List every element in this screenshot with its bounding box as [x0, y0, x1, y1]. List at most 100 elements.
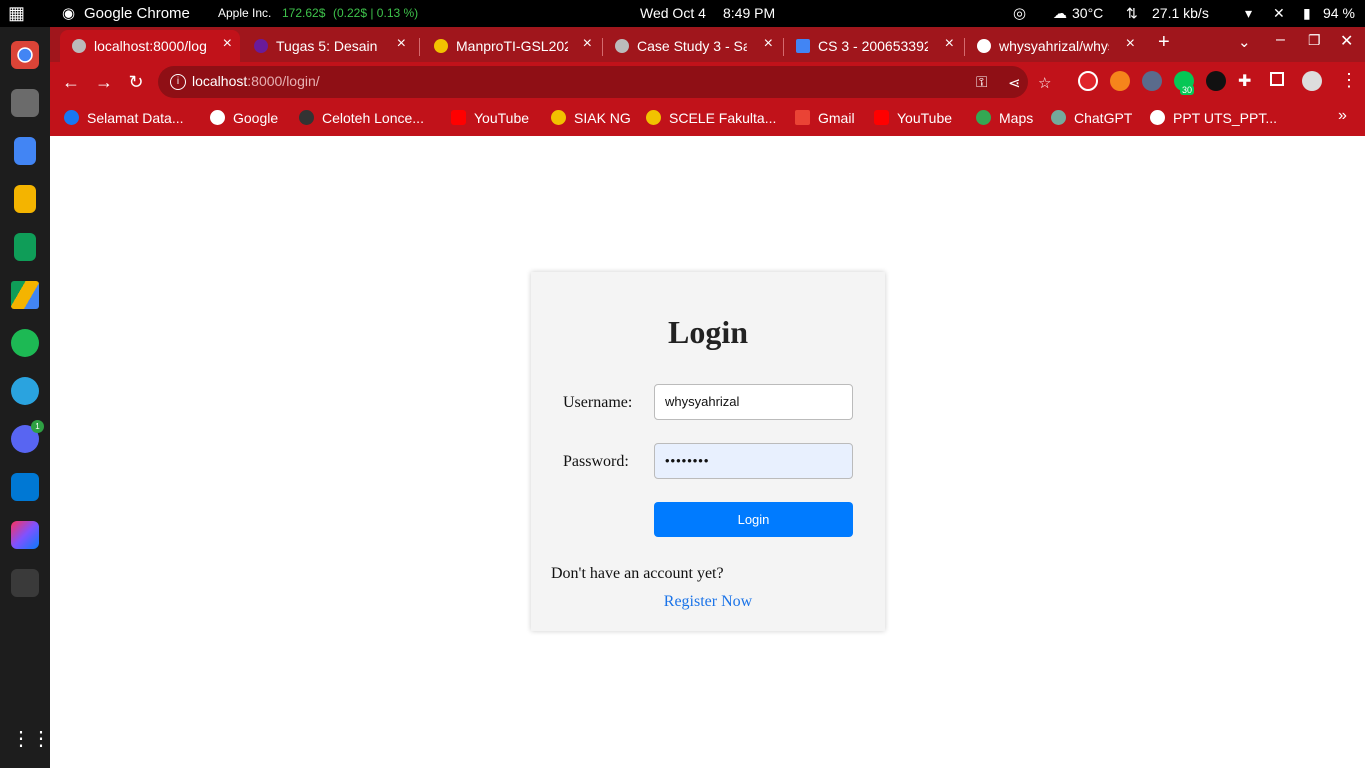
username-input[interactable]: whysyahrizal: [654, 384, 853, 420]
clock-time[interactable]: 8:49 PM: [723, 0, 775, 27]
bear-extension-icon[interactable]: [1206, 71, 1226, 91]
stock-change: (0.22$ | 0.13 %): [333, 6, 419, 20]
tab-case-study[interactable]: Case Study 3 - Sains ×: [603, 30, 781, 62]
tab-cs3-doc[interactable]: CS 3 - 2006533920 ×: [784, 30, 962, 62]
side-panel-icon[interactable]: [1270, 72, 1284, 86]
menu-kebab-icon[interactable]: ⋮: [1340, 70, 1358, 91]
volume-muted-icon[interactable]: ✕: [1273, 0, 1285, 27]
docs-icon: [796, 39, 810, 53]
close-tab-icon[interactable]: ×: [1126, 35, 1135, 53]
tab-manproti[interactable]: ManproTI-GSL2023 ×: [422, 30, 600, 62]
bookmark-item[interactable]: Maps: [976, 110, 1033, 130]
bookmark-item[interactable]: Gmail: [795, 110, 855, 130]
new-tab-icon[interactable]: +: [1158, 31, 1170, 54]
bookmark-item[interactable]: PPT UTS_PPT...: [1150, 110, 1277, 130]
weather-temp[interactable]: 30°C: [1072, 0, 1103, 27]
no-account-text: Don't have an account yet?: [551, 565, 724, 582]
extension-badge: 30: [1180, 85, 1195, 95]
activities-icon[interactable]: ▦: [8, 0, 25, 27]
discord-tray-icon[interactable]: ◎: [1013, 0, 1026, 27]
ui-logo-icon: [646, 110, 661, 125]
username-label: Username:: [563, 394, 633, 411]
network-speed[interactable]: 27.1 kb/s: [1152, 0, 1209, 27]
page-viewport: Login Username: whysyahrizal Password: •…: [50, 136, 1365, 768]
bookmark-item[interactable]: SCELE Fakulta...: [646, 110, 776, 130]
drive-icon[interactable]: [11, 281, 39, 309]
bookmark-item[interactable]: Selamat Data...: [64, 110, 184, 130]
system-top-bar: ▦ ◉ Google Chrome Apple Inc. 172.62$ (0.…: [0, 0, 1365, 27]
tab-divider: [419, 38, 420, 56]
register-link[interactable]: Register Now: [531, 593, 885, 611]
close-tab-icon[interactable]: ×: [945, 35, 954, 53]
app-grid-icon[interactable]: ⋮⋮⋮: [11, 725, 71, 753]
globe-icon: [615, 39, 629, 53]
globe-icon: [1150, 110, 1165, 125]
tab-github[interactable]: whysyahrizal/whysyahrizal ×: [965, 30, 1143, 62]
extensions-puzzle-icon[interactable]: ✚: [1238, 71, 1251, 91]
login-card: Login Username: whysyahrizal Password: •…: [531, 272, 885, 631]
password-label: Password:: [563, 453, 629, 470]
bookmarks-bar: Selamat Data... Google Celoteh Lonce... …: [50, 102, 1365, 136]
intellij-icon[interactable]: [11, 521, 39, 549]
vscode-icon[interactable]: [11, 473, 39, 501]
url-text[interactable]: localhost:8000/login/: [192, 73, 320, 89]
adblock-extension-icon[interactable]: [1078, 71, 1098, 91]
chrome-icon[interactable]: [11, 41, 39, 69]
clock-date[interactable]: Wed Oct 4: [640, 0, 706, 27]
wifi-icon[interactable]: ▾: [1245, 0, 1252, 27]
docs-icon[interactable]: [14, 137, 36, 165]
sheets-icon[interactable]: [14, 233, 36, 261]
ui-logo-icon: [434, 39, 448, 53]
tab-tugas5[interactable]: Tugas 5: Desain Web ×: [242, 30, 414, 62]
files-icon[interactable]: [11, 89, 39, 117]
github-icon: [977, 39, 991, 53]
cursor-extension-icon[interactable]: [1142, 71, 1162, 91]
metamask-extension-icon[interactable]: [1110, 71, 1130, 91]
close-tab-icon[interactable]: ×: [583, 35, 592, 53]
dock: 1 ⋮⋮⋮: [0, 27, 71, 768]
url-host: localhost: [192, 73, 248, 89]
slides-icon[interactable]: [14, 185, 36, 213]
tab-localhost[interactable]: localhost:8000/login/ ×: [60, 30, 240, 62]
active-app-name[interactable]: Google Chrome: [84, 0, 190, 27]
login-button[interactable]: Login: [654, 502, 853, 537]
close-tab-icon[interactable]: ×: [764, 35, 773, 53]
battery-icon[interactable]: ▮: [1303, 0, 1311, 27]
bookmark-item[interactable]: Celoteh Lonce...: [299, 110, 424, 130]
bookmark-item[interactable]: Google: [210, 110, 278, 130]
bookmark-item[interactable]: SIAK NG: [551, 110, 631, 130]
share-icon[interactable]: ⋖: [1008, 74, 1021, 92]
close-tab-icon[interactable]: ×: [397, 35, 406, 53]
key-icon[interactable]: ⚿: [976, 74, 987, 91]
minimize-icon[interactable]: –: [1276, 31, 1285, 49]
close-tab-icon[interactable]: ×: [223, 35, 232, 53]
browser-toolbar: ← → ↻ i localhost:8000/login/ ⚿ ⋖ ☆ 30 ✚…: [50, 62, 1365, 102]
tab-label: Tugas 5: Desain Web: [276, 38, 381, 54]
telegram-icon[interactable]: [11, 377, 39, 405]
battery-percent[interactable]: 94 %: [1323, 0, 1355, 27]
bookmark-item[interactable]: YouTube: [451, 110, 529, 130]
celoteh-icon: [299, 110, 314, 125]
forward-icon[interactable]: →: [92, 70, 116, 94]
profile-avatar[interactable]: [1302, 71, 1322, 91]
url-path: :8000/login/: [247, 73, 320, 89]
close-window-icon[interactable]: ✕: [1340, 31, 1353, 51]
tab-search-icon[interactable]: ⌄: [1238, 33, 1251, 51]
password-input[interactable]: ••••••••: [654, 443, 853, 479]
ui-logo-icon: [551, 110, 566, 125]
terminal-icon[interactable]: [11, 569, 39, 597]
bookmarks-overflow-icon[interactable]: »: [1338, 107, 1347, 127]
bookmark-star-icon[interactable]: ☆: [1038, 74, 1051, 92]
tab-label: Case Study 3 - Sains: [637, 38, 747, 54]
restore-icon[interactable]: ❐: [1308, 32, 1321, 49]
stock-price: 172.62$: [282, 6, 326, 20]
site-info-icon[interactable]: i: [170, 74, 186, 90]
bookmark-item[interactable]: YouTube: [874, 110, 952, 130]
reload-icon[interactable]: ↻: [124, 70, 148, 94]
bookmark-item[interactable]: ChatGPT: [1051, 110, 1132, 130]
address-bar[interactable]: i localhost:8000/login/ ⚿ ⋖ ☆: [158, 66, 1051, 98]
back-icon[interactable]: ←: [59, 70, 83, 94]
tab-label: localhost:8000/login/: [94, 38, 206, 54]
network-arrows-icon: ⇅: [1126, 5, 1138, 21]
spotify-icon[interactable]: [11, 329, 39, 357]
